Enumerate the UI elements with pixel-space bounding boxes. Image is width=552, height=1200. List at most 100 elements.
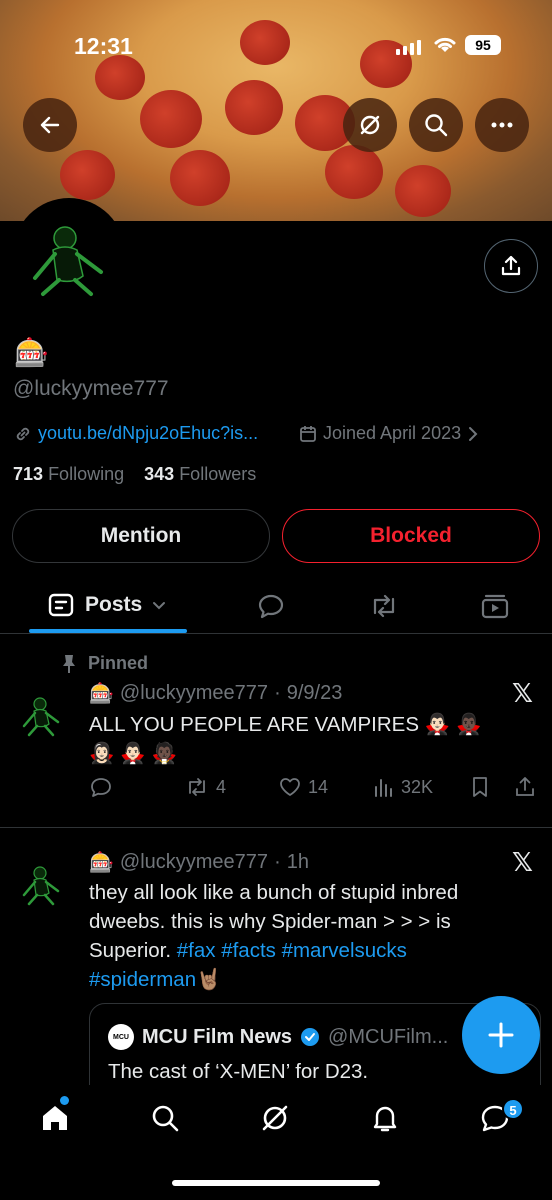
quoted-text: The cast of ‘X-MEN’ for D23. — [108, 1060, 369, 1083]
post-separator: · — [274, 851, 281, 873]
x-logo-icon: 𝕏 — [512, 678, 533, 708]
post-handle[interactable]: @luckyymee777 — [120, 682, 268, 705]
grok-icon[interactable] — [259, 1102, 291, 1134]
post-avatar[interactable] — [14, 855, 70, 911]
share-icon[interactable] — [514, 775, 536, 799]
post-hashtag-spiderman[interactable]: #spiderman — [89, 968, 196, 991]
signal-icon — [396, 40, 421, 55]
followers-count: 343 — [144, 464, 175, 484]
tab-posts-label: Posts — [85, 593, 143, 616]
search-icon — [425, 114, 448, 137]
grok-button[interactable] — [343, 98, 397, 152]
display-name: 🎰 — [14, 337, 49, 368]
heart-icon — [280, 778, 300, 796]
banner-pepperoni — [170, 150, 230, 206]
mention-button[interactable]: Mention — [12, 509, 270, 563]
views-count: 32K — [401, 776, 434, 797]
followers-label: Followers — [179, 464, 257, 484]
following-link[interactable]: 713 Following — [13, 464, 124, 484]
pinned-text: Pinned — [88, 653, 149, 673]
post-text[interactable]: ALL YOU PEOPLE ARE VAMPIRES 🧛🏻‍♂️ 🧛🏿‍♂️ … — [89, 710, 509, 768]
following-label: Following — [48, 464, 125, 484]
joined-date[interactable]: Joined April 2023 — [298, 423, 480, 444]
chevron-right-icon — [469, 426, 478, 441]
status-bar: 12:31 95 — [0, 0, 552, 92]
follow-counts: 713 Following 343 Followers — [13, 464, 256, 485]
post-separator: · — [274, 682, 281, 704]
repost-icon — [189, 778, 205, 796]
search-button[interactable] — [409, 98, 463, 152]
link-icon — [16, 427, 30, 440]
pinned-label: Pinned — [60, 653, 148, 674]
like-button[interactable]: 14 — [278, 775, 328, 799]
post-divider — [0, 827, 552, 828]
verified-badge-icon — [301, 1028, 320, 1046]
notifications-icon[interactable] — [369, 1102, 401, 1134]
status-time: 12:31 — [74, 33, 133, 59]
chevron-down-icon — [153, 602, 166, 610]
post-text[interactable]: they all look like a bunch of stupid inb… — [89, 878, 484, 994]
post-emoji: 🤘🏽 — [196, 968, 222, 991]
grok-icon — [360, 115, 380, 135]
profile-tabs: Posts — [0, 578, 552, 634]
views-button[interactable]: 32K — [373, 775, 433, 799]
messages-badge: 5 — [502, 1098, 524, 1120]
profile-avatar[interactable] — [13, 198, 125, 310]
home-indicator — [172, 1180, 380, 1186]
tab-replies[interactable] — [256, 591, 286, 621]
quoted-post-header: MCU MCU Film News @MCUFilm... — [108, 1024, 448, 1050]
more-button[interactable] — [475, 98, 529, 152]
post-handle[interactable]: @luckyymee777 — [120, 851, 268, 874]
back-button[interactable] — [23, 98, 77, 152]
compose-button[interactable] — [462, 996, 540, 1074]
profile-link-text[interactable]: youtu.be/dNpju2oEhuc?is... — [38, 423, 258, 444]
tab-posts[interactable]: Posts — [47, 591, 166, 619]
joined-text: Joined April 2023 — [323, 423, 462, 443]
like-count: 14 — [308, 776, 329, 797]
reply-icon — [91, 778, 111, 797]
calendar-icon — [300, 425, 316, 442]
spiderman-avatar-icon — [33, 226, 103, 296]
tab-reposts[interactable] — [367, 591, 401, 621]
home-unread-dot — [60, 1096, 69, 1105]
share-icon — [501, 255, 521, 276]
post-time[interactable]: 1h — [287, 851, 309, 874]
search-icon[interactable] — [149, 1102, 181, 1134]
x-logo-icon: 𝕏 — [512, 847, 533, 877]
more-icon — [491, 122, 513, 128]
battery-indicator: 95 — [465, 35, 501, 55]
followers-link[interactable]: 343 Followers — [144, 464, 256, 484]
bookmark-icon[interactable] — [469, 775, 491, 799]
post-avatar[interactable] — [14, 686, 70, 742]
banner-pepperoni — [140, 90, 202, 148]
home-icon[interactable] — [39, 1102, 71, 1134]
arrow-left-icon — [40, 116, 60, 134]
repost-button[interactable]: 4 — [184, 775, 226, 799]
views-icon — [375, 779, 392, 797]
quoted-author-name: MCU Film News — [142, 1025, 293, 1048]
reply-button[interactable] — [89, 775, 119, 799]
profile-link[interactable]: youtu.be/dNpju2oEhuc?is... — [13, 423, 258, 444]
post-time[interactable]: 9/9/23 — [287, 682, 343, 705]
banner-pepperoni — [395, 165, 451, 217]
post-actions: 4 14 32K — [0, 775, 552, 805]
post-hashtags[interactable]: #fax #facts #marvelsucks — [177, 939, 407, 962]
share-profile-button[interactable] — [484, 239, 538, 293]
repost-count: 4 — [216, 776, 227, 797]
posts-icon — [48, 593, 74, 617]
post-header[interactable]: 🎰 @luckyymee777 · 1h — [89, 850, 309, 875]
tab-active-indicator — [29, 629, 187, 633]
profile-handle: @luckyymee777 — [13, 377, 169, 400]
post-header[interactable]: 🎰 @luckyymee777 · 9/9/23 — [89, 681, 342, 706]
tab-media[interactable] — [480, 591, 510, 621]
banner-pepperoni — [60, 150, 115, 200]
spiderman-avatar-icon — [22, 697, 60, 737]
post-author-emoji: 🎰 — [89, 683, 114, 705]
wifi-icon — [434, 37, 456, 52]
quoted-handle: @MCUFilm... — [328, 1025, 449, 1048]
quoted-avatar: MCU — [108, 1024, 134, 1050]
pin-icon — [63, 654, 75, 673]
following-count: 713 — [13, 464, 44, 484]
blocked-button[interactable]: Blocked — [282, 509, 540, 563]
banner-pepperoni — [325, 145, 383, 199]
